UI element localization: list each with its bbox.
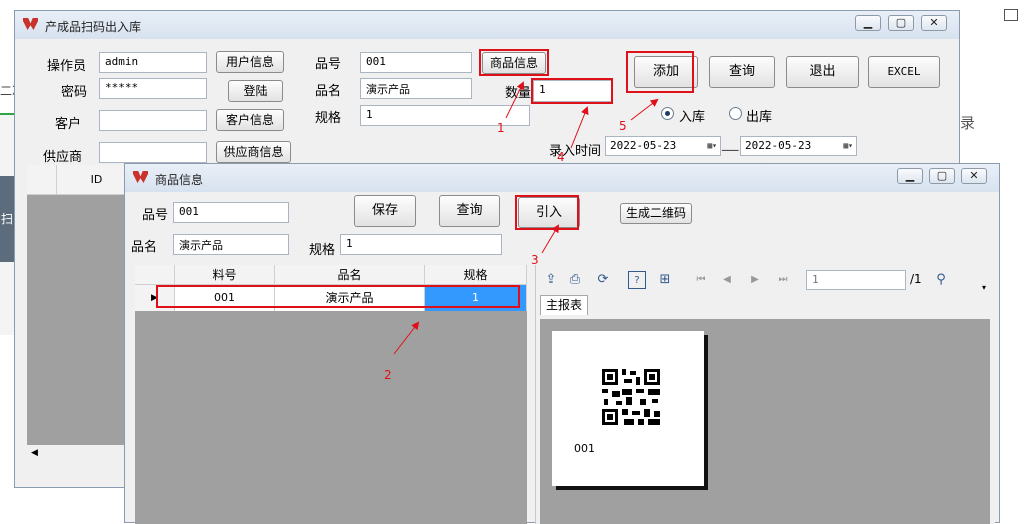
annotation-arrows <box>393 81 659 355</box>
annotation-label-2: 2 <box>384 368 392 382</box>
annotation-label-4: 4 <box>557 150 565 164</box>
annotation-label-5: 5 <box>619 119 627 133</box>
annotation-label-1: 1 <box>497 121 505 135</box>
annotation-label-3: 3 <box>531 253 539 267</box>
